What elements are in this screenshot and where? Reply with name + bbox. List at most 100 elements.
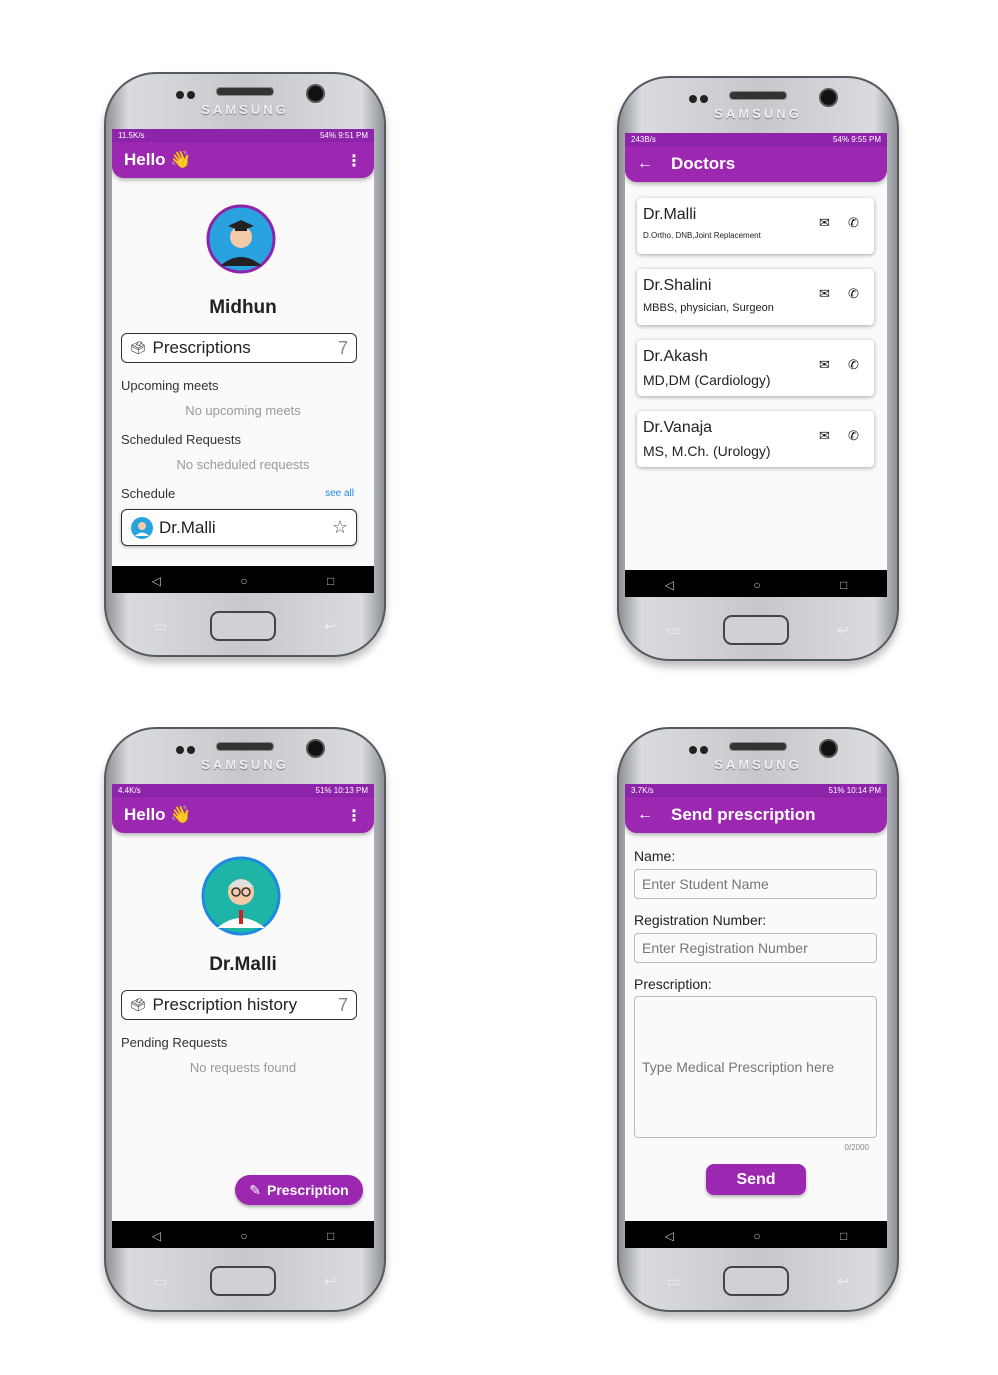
- home-nav-icon[interactable]: ○: [753, 1229, 760, 1243]
- registration-number-input[interactable]: Enter Registration Number: [634, 933, 877, 963]
- phone-icon[interactable]: ✆: [848, 428, 859, 444]
- send-button[interactable]: Send: [706, 1164, 806, 1195]
- app-title: Hello 👋: [124, 805, 192, 824]
- doctor-avatar-icon: [131, 516, 153, 539]
- student-name-input[interactable]: Enter Student Name: [634, 869, 877, 899]
- app-bar: Hello 👋 ⋮: [112, 142, 374, 178]
- app-title: Hello 👋: [124, 150, 192, 169]
- more-menu-icon[interactable]: ⋮: [346, 151, 362, 171]
- android-nav-bar: ◁ ○ □: [112, 1221, 374, 1248]
- earpiece: [216, 742, 274, 751]
- prescription-history-button[interactable]: 🗳 Prescription history 7: [121, 990, 357, 1020]
- battery-level: 54%: [319, 131, 336, 140]
- phone-icon[interactable]: ✆: [848, 357, 859, 373]
- schedule-label: Schedule: [121, 486, 176, 501]
- status-bar: 11.5K/s 54% 9:51 PM: [112, 129, 374, 142]
- doctor-name: Dr.Shalini: [643, 277, 712, 294]
- earpiece: [216, 87, 274, 96]
- network-speed: 3.7K/s: [631, 786, 654, 795]
- registration-label: Registration Number:: [634, 912, 767, 928]
- mail-icon[interactable]: ✉: [819, 286, 830, 302]
- home-hardware-button[interactable]: [210, 1266, 276, 1296]
- user-name: Midhun: [209, 297, 277, 318]
- back-nav-icon[interactable]: ◁: [152, 1229, 161, 1243]
- network-speed: 11.5K/s: [118, 131, 145, 140]
- student-avatar: [206, 204, 276, 274]
- more-menu-icon[interactable]: ⋮: [346, 806, 362, 826]
- recents-nav-icon[interactable]: □: [840, 578, 847, 592]
- clock: 10:14 PM: [846, 786, 881, 795]
- back-arrow-icon[interactable]: ←: [637, 806, 653, 824]
- screen: 3.7K/s 51% 10:14 PM ← Send prescription …: [625, 784, 887, 1248]
- phone-home-student: SAMSUNG 11.5K/s 54% 9:51 PM Hello 👋 ⋮ Mi…: [104, 72, 386, 657]
- upcoming-meets-label: Upcoming meets: [121, 378, 219, 393]
- home-nav-icon[interactable]: ○: [753, 578, 760, 592]
- recents-nav-icon[interactable]: □: [840, 1229, 847, 1243]
- screen: 243B/s 54% 9:55 PM ← Doctors Dr.Malli D.…: [625, 133, 887, 597]
- doctor-card[interactable]: Dr.Akash MD,DM (Cardiology) ✉ ✆: [637, 340, 874, 396]
- app-bar: ← Doctors: [625, 146, 887, 182]
- schedule-doctor-card[interactable]: Dr.Malli ☆: [121, 509, 357, 546]
- phone-doctors-list: SAMSUNG 243B/s 54% 9:55 PM ← Doctors Dr.…: [617, 76, 899, 661]
- mail-icon[interactable]: ✉: [819, 215, 830, 231]
- doctor-qualification: MD,DM (Cardiology): [643, 372, 771, 388]
- upcoming-empty: No upcoming meets: [185, 403, 301, 418]
- recents-nav-icon[interactable]: □: [327, 1229, 334, 1243]
- brand-logo: SAMSUNG: [714, 106, 802, 121]
- home-hardware-button[interactable]: [723, 1266, 789, 1296]
- battery-level: 51%: [828, 786, 845, 795]
- front-camera: [306, 84, 325, 103]
- phone-send-prescription: SAMSUNG 3.7K/s 51% 10:14 PM ← Send presc…: [617, 727, 899, 1312]
- home-nav-icon[interactable]: ○: [240, 1229, 247, 1243]
- doctor-name: Dr.Malli: [643, 206, 697, 223]
- back-softkey-icon: ↩: [837, 622, 849, 638]
- home-nav-icon[interactable]: ○: [240, 574, 247, 588]
- prescriptions-button[interactable]: 🗳 Prescriptions 7: [121, 333, 357, 363]
- prescription-textarea[interactable]: Type Medical Prescription here: [634, 996, 877, 1138]
- back-nav-icon[interactable]: ◁: [152, 574, 161, 588]
- doctor-card[interactable]: Dr.Malli D.Ortho, DNB,Joint Replacement …: [637, 198, 874, 254]
- phone-icon[interactable]: ✆: [848, 286, 859, 302]
- inbox-icon: 🗳: [130, 340, 147, 355]
- app-bar: ← Send prescription: [625, 797, 887, 833]
- doctor-name: Dr.Malli: [209, 954, 277, 975]
- phone-icon[interactable]: ✆: [848, 215, 859, 231]
- brand-logo: SAMSUNG: [201, 102, 289, 117]
- front-camera: [306, 739, 325, 758]
- app-bar: Hello 👋 ⋮: [112, 797, 374, 833]
- doctor-card[interactable]: Dr.Shalini MBBS, physician, Surgeon ✉ ✆: [637, 269, 874, 325]
- back-softkey-icon: ↩: [324, 618, 336, 634]
- home-hardware-button[interactable]: [723, 615, 789, 645]
- screen: 4.4K/s 51% 10:13 PM Hello 👋 ⋮ Dr.Malli 🗳…: [112, 784, 374, 1248]
- history-count: 7: [337, 994, 348, 1015]
- edit-pencil-icon: ✎: [249, 1181, 262, 1198]
- doctor-qualification: MS, M.Ch. (Urology): [643, 443, 771, 459]
- screen: 11.5K/s 54% 9:51 PM Hello 👋 ⋮ Midhun 🗳 P…: [112, 129, 374, 593]
- schedule-doctor-name: Dr.Malli: [159, 517, 216, 537]
- clock: 9:51 PM: [338, 131, 368, 140]
- pending-requests-label: Pending Requests: [121, 1035, 228, 1050]
- mail-icon[interactable]: ✉: [819, 357, 830, 373]
- back-nav-icon[interactable]: ◁: [665, 578, 674, 592]
- doctor-qualification: MBBS, physician, Surgeon: [643, 302, 774, 314]
- doctor-card[interactable]: Dr.Vanaja MS, M.Ch. (Urology) ✉ ✆: [637, 411, 874, 467]
- android-nav-bar: ◁ ○ □: [112, 566, 374, 593]
- prescription-label: Prescription:: [634, 976, 712, 992]
- home-hardware-button[interactable]: [210, 611, 276, 641]
- fab-label: Prescription: [267, 1182, 349, 1198]
- doctor-qualification: D.Ortho, DNB,Joint Replacement: [643, 231, 761, 240]
- android-nav-bar: ◁ ○ □: [625, 570, 887, 597]
- back-arrow-icon[interactable]: ←: [637, 155, 653, 173]
- earpiece: [729, 742, 787, 751]
- star-icon[interactable]: ☆: [332, 517, 348, 538]
- back-nav-icon[interactable]: ◁: [665, 1229, 674, 1243]
- recents-softkey-icon: ▭: [154, 1273, 168, 1289]
- character-counter: 0/2000: [844, 1143, 869, 1152]
- new-prescription-fab[interactable]: ✎ Prescription: [235, 1175, 363, 1205]
- mail-icon[interactable]: ✉: [819, 428, 830, 444]
- android-nav-bar: ◁ ○ □: [625, 1221, 887, 1248]
- app-title: Send prescription: [671, 805, 816, 824]
- see-all-link[interactable]: see all: [325, 488, 354, 499]
- prescriptions-label: Prescriptions: [152, 338, 251, 357]
- recents-nav-icon[interactable]: □: [327, 574, 334, 588]
